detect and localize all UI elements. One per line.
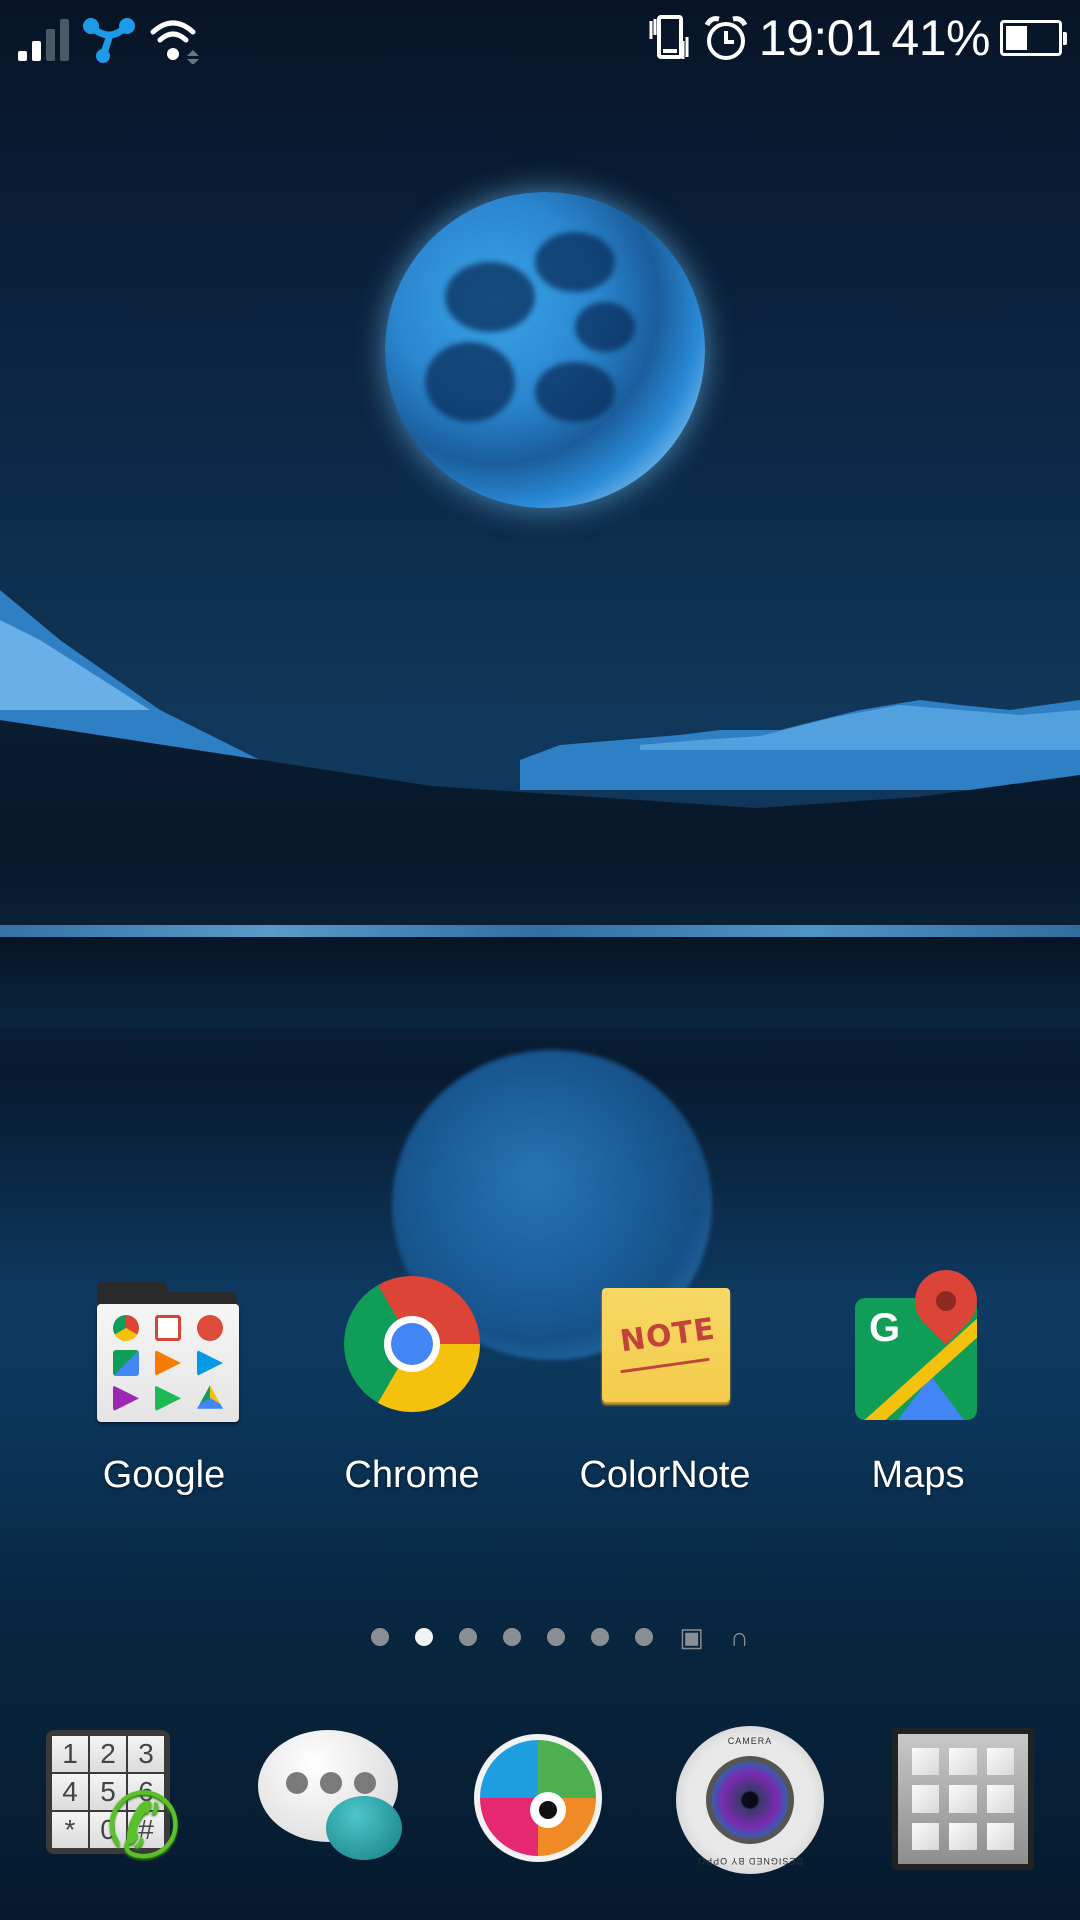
chrome-icon xyxy=(337,1270,487,1420)
page-dot[interactable] xyxy=(591,1628,610,1646)
app-chrome[interactable]: Chrome xyxy=(292,1270,532,1497)
app-maps[interactable]: G Maps xyxy=(798,1257,1038,1497)
dock-app-drawer[interactable] xyxy=(886,1720,1046,1880)
page-dot[interactable] xyxy=(547,1628,566,1646)
dock-messages[interactable] xyxy=(252,1720,412,1880)
music-disc-icon xyxy=(474,1734,602,1862)
colornote-icon: NOTE xyxy=(590,1270,740,1420)
app-label: ColorNote xyxy=(579,1454,751,1496)
headphones-icon[interactable]: ∩ xyxy=(730,1624,749,1650)
gallery-icon[interactable]: ▣ xyxy=(679,1624,704,1650)
status-bar[interactable]: 19:01 41% xyxy=(0,0,1080,76)
dock-music[interactable] xyxy=(462,1720,622,1880)
share-network-icon xyxy=(83,18,135,63)
maps-g-glyph: G xyxy=(869,1306,901,1350)
app-label: Maps xyxy=(871,1454,965,1496)
battery-icon xyxy=(1000,20,1067,56)
page-indicator[interactable]: ▣ ∩ xyxy=(0,1624,1080,1650)
dialer-key: 4 xyxy=(52,1774,88,1810)
cellular-signal-icon xyxy=(18,17,69,61)
app-drawer-icon xyxy=(892,1728,1034,1870)
dialer-key: 2 xyxy=(90,1736,126,1772)
battery-percent: 41% xyxy=(891,10,990,66)
camera-bottom-text: DESIGNED BY OPPO xyxy=(697,1856,803,1866)
page-dot[interactable] xyxy=(635,1628,654,1646)
shoreline xyxy=(0,925,1080,937)
page-dot[interactable] xyxy=(459,1628,478,1646)
dialer-key: * xyxy=(52,1812,88,1848)
alarm-clock-icon xyxy=(704,16,748,60)
google-folder-icon xyxy=(89,1270,239,1422)
app-colornote[interactable]: NOTE ColorNote xyxy=(545,1270,785,1497)
maps-icon: G xyxy=(843,1257,993,1420)
page-dot[interactable] xyxy=(371,1628,390,1646)
app-google-folder[interactable]: Google xyxy=(44,1270,284,1497)
page-dot-active[interactable] xyxy=(415,1628,434,1646)
page-dot[interactable] xyxy=(503,1628,522,1646)
camera-top-text: CAMERA xyxy=(727,1736,773,1746)
moon xyxy=(385,192,705,508)
dock-camera[interactable]: CAMERA DESIGNED BY OPPO xyxy=(672,1720,832,1880)
dock-phone[interactable]: 1 2 3 4 5 6 * 0 # ✆ xyxy=(46,1720,206,1880)
clock: 19:01 xyxy=(758,10,882,66)
lake xyxy=(0,937,1080,1027)
app-label: Chrome xyxy=(344,1454,480,1496)
dialer-key: 1 xyxy=(52,1736,88,1772)
camera-icon: CAMERA DESIGNED BY OPPO xyxy=(676,1726,824,1874)
phone-handset-icon: ✆ xyxy=(106,1777,182,1877)
app-label: Google xyxy=(102,1454,226,1496)
wifi-icon xyxy=(150,20,199,64)
dialer-key: 3 xyxy=(128,1736,164,1772)
vibrate-icon xyxy=(649,15,689,59)
note-icon-text: NOTE xyxy=(618,1311,718,1360)
